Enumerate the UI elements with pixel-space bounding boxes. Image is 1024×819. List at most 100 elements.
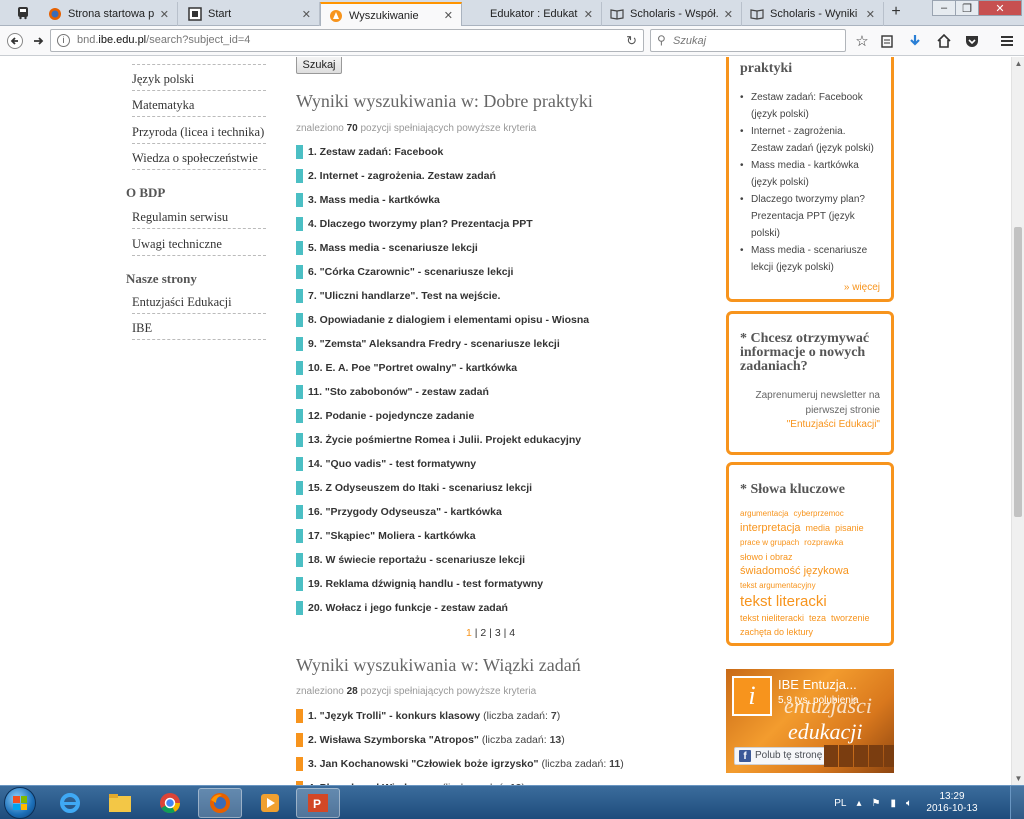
bundle-title[interactable]: 3. Jan Kochanowski "Człowiek boże igrzys… [308,758,539,770]
keyword-tag[interactable]: argumentacja [740,507,788,521]
forward-button[interactable] [27,30,49,52]
close-icon[interactable]: ✕ [866,8,875,21]
sidebar-item-rules[interactable]: Regulamin serwisu [132,209,266,229]
box-practice-item[interactable]: Mass media - scenariusze lekcji (język p… [740,242,880,276]
keyword-tag[interactable]: zachęta do lektury [740,625,813,639]
page-link-3[interactable]: 3 [495,627,501,639]
keyword-tag[interactable]: tworzenie [831,611,870,625]
keyword-tag[interactable]: media [806,521,831,535]
keyword-tag[interactable]: słowo i obraz [740,550,793,564]
reload-icon[interactable]: ↻ [626,33,637,49]
info-icon[interactable]: i [57,34,70,47]
result-title[interactable]: 20. Wołacz i jego funkcje - zestaw zadań [308,602,508,614]
close-icon[interactable]: ✕ [160,8,169,21]
fb-like-button[interactable]: f Polub tę stronę [734,747,830,765]
result-title[interactable]: 8. Opowiadanie z dialogiem i elementami … [308,314,589,326]
bundle-title[interactable]: 1. "Język Trolli" - konkurs klasowy [308,710,480,722]
url-text[interactable]: bnd.ibe.edu.pl/search?subject_id=4 [77,34,250,46]
result-title[interactable]: 13. Życie pośmiertne Romea i Julii. Proj… [308,434,581,446]
result-title[interactable]: 1. Zestaw zadań: Facebook [308,146,443,158]
page-link-2[interactable]: 2 [480,627,486,639]
menu-button[interactable] [996,30,1018,52]
search-button[interactable]: Szukaj [296,57,342,74]
maximize-button[interactable]: ❐ [955,0,979,16]
result-title[interactable]: 11. "Sto zabobonów" - zestaw zadań [308,386,489,398]
pinned-tab[interactable] [6,2,40,24]
result-title[interactable]: 16. "Przygody Odyseusza" - kartkówka [308,506,502,518]
keyword-tag[interactable]: prace w grupach [740,536,799,550]
reading-list-button[interactable] [876,30,898,52]
result-title[interactable]: 5. Mass media - scenariusze lekcji [308,242,478,254]
result-title[interactable]: 7. "Uliczni handlarze". Test na wejście. [308,290,500,302]
sidebar-item-ibe[interactable]: IBE [132,320,266,340]
result-title[interactable]: 14. "Quo vadis" - test formatywny [308,458,476,470]
keyword-tag[interactable]: interpretacja [740,521,801,535]
result-title[interactable]: 4. Dlaczego tworzymy plan? Prezentacja P… [308,218,533,230]
result-title[interactable]: 9. "Zemsta" Aleksandra Fredry - scenariu… [308,338,560,350]
bookmark-star-button[interactable]: ☆ [851,30,873,52]
page-link-1[interactable]: 1 [466,627,472,639]
search-box[interactable]: ⚲ [650,29,846,52]
keyword-tag[interactable]: świadomość językowa [740,564,849,578]
tab-edukator[interactable]: Edukator : Edukator ✕ [462,2,602,26]
downloads-button[interactable] [904,30,926,52]
page-link-4[interactable]: 4 [509,627,515,639]
more-link[interactable]: » więcej [740,282,880,293]
box-practice-item[interactable]: Zestaw zadań: Facebook (język polski) [740,89,880,123]
close-icon[interactable]: ✕ [444,9,453,22]
network-icon[interactable]: ▮ [890,798,896,809]
sidebar-item-math[interactable]: Matematyka [132,97,266,117]
clock[interactable]: 13:29 2016-10-13 [922,791,982,815]
sidebar-item-polish[interactable]: Język polski [132,71,266,91]
result-title[interactable]: 19. Reklama dźwignią handlu - test forma… [308,578,543,590]
keyword-tag[interactable]: cyberprzemoc [793,507,843,521]
result-title[interactable]: 17. "Skąpiec" Moliera - kartkówka [308,530,476,542]
keyword-tag[interactable]: tekst argumentacyjny [740,579,816,593]
url-bar[interactable]: i bnd.ibe.edu.pl/search?subject_id=4 ↻ [50,29,644,52]
taskbar-chrome[interactable] [148,788,192,818]
result-title[interactable]: 12. Podanie - pojedyncze zadanie [308,410,474,422]
taskbar-media-player[interactable] [248,788,292,818]
close-icon[interactable]: ✕ [302,8,311,21]
volume-icon[interactable]: 🔈︎ [906,798,912,809]
close-window-button[interactable]: ✕ [978,0,1022,16]
close-icon[interactable]: ✕ [724,8,733,21]
show-desktop-button[interactable] [1010,786,1024,819]
taskbar-firefox[interactable] [198,788,242,818]
fb-page-name[interactable]: IBE Entuzja... [778,677,857,692]
scrollbar-thumb[interactable] [1014,227,1022,517]
result-title[interactable]: 3. Mass media - kartkówka [308,194,440,206]
new-tab-button[interactable]: + [886,3,906,21]
taskbar-ie[interactable] [48,788,92,818]
search-input[interactable] [673,33,841,49]
tab-start-page[interactable]: Strona startowa pro... ✕ [40,2,178,26]
sidebar-item-tech-notes[interactable]: Uwagi techniczne [132,236,266,256]
tray-up-arrow-icon[interactable]: ▴ [856,798,861,809]
home-button[interactable] [933,30,955,52]
tab-search[interactable]: Wyszukiwanie ✕ [320,2,462,27]
keyword-tag[interactable]: teza [809,611,826,625]
box-practice-item[interactable]: Internet - zagrożenia. Zestaw zadań (jęz… [740,123,880,157]
tab-start[interactable]: Start ✕ [180,2,320,26]
pocket-button[interactable] [961,30,983,52]
bundle-title[interactable]: 2. Wisława Szymborska "Atropos" [308,734,479,746]
tab-scholaris-1[interactable]: Scholaris - Współ... ✕ [602,2,742,26]
scroll-down-arrow[interactable]: ▼ [1012,772,1024,785]
newsletter-link[interactable]: "Entuzjaści Edukacji" [787,419,880,430]
back-button[interactable] [4,30,26,52]
result-title[interactable]: 10. E. A. Poe "Portret owalny" - kartków… [308,362,517,374]
scroll-up-arrow[interactable]: ▲ [1012,57,1024,70]
result-title[interactable]: 6. "Córka Czarownic" - scenariusze lekcj… [308,266,513,278]
minimize-button[interactable]: – [932,0,956,16]
box-practice-item[interactable]: Mass media - kartkówka (język polski) [740,157,880,191]
keyword-tag[interactable]: pisanie [835,521,864,535]
tab-scholaris-2[interactable]: Scholaris - Wyniki w... ✕ [742,2,884,26]
sidebar-item-civics[interactable]: Wiedza o społeczeństwie [132,150,266,170]
facebook-widget[interactable]: entuzjaści edukacji i IBE Entuzja... 5,9… [726,669,894,773]
keyword-tag[interactable]: tekst literacki [740,593,827,611]
start-button[interactable] [4,787,36,819]
result-title[interactable]: 18. W świecie reportażu - scenariusze le… [308,554,525,566]
vertical-scrollbar[interactable]: ▲ ▼ [1011,57,1024,785]
box-practice-item[interactable]: Dlaczego tworzymy plan? Prezentacja PPT … [740,191,880,242]
flag-icon[interactable]: ⚑ [872,798,881,809]
